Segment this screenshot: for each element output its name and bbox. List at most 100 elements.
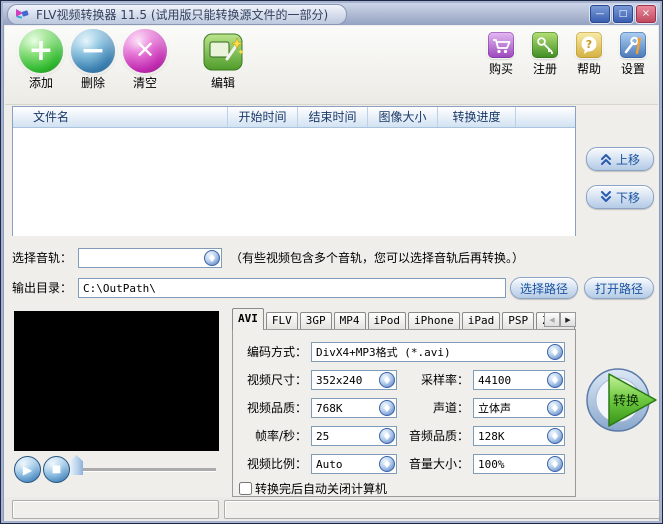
close-button[interactable]: ×	[636, 5, 656, 23]
audio-track-value	[79, 249, 221, 252]
audio-track-label: 选择音轨：	[12, 251, 73, 265]
column-image-size[interactable]: 图像大小	[368, 107, 438, 127]
tab-ipod[interactable]: iPod	[367, 312, 406, 330]
buy-button[interactable]: 购买	[484, 32, 518, 77]
output-dir-label: 输出目录：	[12, 281, 73, 295]
column-end-time[interactable]: 结束时间	[298, 107, 368, 127]
play-icon: ▶	[22, 462, 33, 477]
column-filename[interactable]: 文件名	[13, 107, 228, 127]
status-bar	[4, 497, 660, 521]
clear-icon: ✕	[123, 29, 167, 73]
help-button[interactable]: ? 帮助	[572, 32, 606, 77]
edit-icon	[203, 33, 244, 71]
sample-rate-label: 采样率：	[420, 373, 469, 387]
edit-button-label: 编辑	[210, 76, 235, 90]
toolbar: + 添加 − 删除 ✕ 清空 编辑 购买 注册 ? 帮助 设置	[5, 26, 658, 105]
aspect-ratio-label: 视频比例：	[246, 457, 307, 471]
video-preview	[14, 311, 219, 451]
tab-3gp[interactable]: 3GP	[299, 312, 332, 330]
preview-stop-button[interactable]: ■	[43, 456, 70, 483]
format-settings-panel: 编码方式： DivX4+MP3格式 (*.avi) 视频尺寸： 352x240 …	[232, 329, 576, 497]
tab-scroll-left-icon[interactable]: ◀	[544, 312, 560, 327]
frame-rate-select[interactable]: 25	[311, 426, 397, 446]
shutdown-checkbox[interactable]	[239, 482, 252, 495]
title-capsule: FLV视频转换器 11.5 (试用版只能转换源文件的一部分)	[7, 3, 348, 25]
spinner-icon[interactable]	[547, 344, 563, 360]
preview-seek-track[interactable]	[74, 468, 216, 472]
spinner-icon[interactable]	[379, 400, 395, 416]
main-content: + 添加 − 删除 ✕ 清空 编辑 购买 注册 ? 帮助 设置 文件名 开始时间…	[4, 25, 662, 521]
app-icon[interactable]	[14, 6, 30, 22]
spinner-icon[interactable]	[204, 250, 220, 266]
titlebar[interactable]: FLV视频转换器 11.5 (试用版只能转换源文件的一部分) — □ ×	[3, 3, 660, 25]
open-path-button[interactable]: 打开路径	[584, 277, 654, 299]
audio-quality-select[interactable]: 128K	[473, 426, 565, 446]
delete-button-label: 删除	[80, 76, 105, 90]
spinner-icon[interactable]	[547, 456, 563, 472]
column-progress[interactable]: 转换进度	[438, 107, 516, 127]
tab-flv[interactable]: FLV	[265, 312, 298, 330]
settings-tools-icon	[620, 32, 646, 58]
spinner-icon[interactable]	[547, 428, 563, 444]
spinner-icon[interactable]	[547, 372, 563, 388]
spinner-icon[interactable]	[547, 400, 563, 416]
video-size-label: 视频尺寸：	[246, 373, 307, 387]
tab-ipad[interactable]: iPad	[461, 312, 501, 330]
minimize-button[interactable]: —	[590, 5, 610, 23]
tab-mp4[interactable]: MP4	[333, 312, 366, 330]
spinner-icon[interactable]	[379, 428, 395, 444]
settings-button[interactable]: 设置	[616, 32, 650, 77]
tab-avi[interactable]: AVI	[232, 308, 264, 330]
status-panel-left	[12, 500, 219, 519]
double-chevron-up-icon	[600, 154, 611, 165]
video-quality-select[interactable]: 768K	[311, 398, 397, 418]
convert-button-label: 转换	[613, 394, 639, 409]
maximize-button[interactable]: □	[613, 5, 633, 23]
video-size-select[interactable]: 352x240	[311, 370, 397, 390]
register-button[interactable]: 注册	[528, 32, 562, 77]
preview-play-button[interactable]: ▶	[14, 456, 41, 483]
audio-track-select[interactable]	[78, 248, 222, 268]
format-tabs: AVI FLV 3GP MP4 iPod iPhone iPad PSP Zun…	[232, 308, 576, 330]
add-button[interactable]: + 添加	[15, 29, 67, 91]
edit-button[interactable]: 编辑	[197, 29, 249, 91]
file-list-body[interactable]	[13, 128, 575, 236]
move-up-button[interactable]: 上移	[586, 147, 654, 171]
tab-scroll-right-icon[interactable]: ▶	[560, 312, 576, 327]
spinner-icon[interactable]	[379, 372, 395, 388]
register-button-label: 注册	[532, 62, 557, 76]
volume-select[interactable]: 100%	[473, 454, 565, 474]
clear-button[interactable]: ✕ 清空	[119, 29, 171, 91]
app-window: FLV视频转换器 11.5 (试用版只能转换源文件的一部分) — □ × + 添…	[0, 0, 663, 524]
sample-rate-select[interactable]: 44100	[473, 370, 565, 390]
convert-button[interactable]: 转换	[584, 361, 662, 439]
tab-iphone[interactable]: iPhone	[408, 312, 460, 330]
shutdown-checkbox-label: 转换完后自动关闭计算机	[255, 482, 388, 496]
audio-quality-label: 音频品质：	[408, 429, 469, 443]
channels-label: 声道：	[432, 401, 469, 415]
channels-select[interactable]: 立体声	[473, 398, 565, 418]
clear-button-label: 清空	[132, 76, 157, 90]
volume-label: 音量大小：	[408, 457, 469, 471]
double-chevron-down-icon	[600, 191, 611, 202]
move-down-label: 下移	[615, 190, 640, 205]
delete-button[interactable]: − 删除	[67, 29, 119, 91]
column-start-time[interactable]: 开始时间	[228, 107, 298, 127]
file-list-header: 文件名 开始时间 结束时间 图像大小 转换进度	[13, 107, 575, 128]
move-up-label: 上移	[615, 152, 640, 167]
move-down-button[interactable]: 下移	[586, 185, 654, 209]
window-title: FLV视频转换器 11.5 (试用版只能转换源文件的一部分)	[36, 7, 329, 22]
encoding-select[interactable]: DivX4+MP3格式 (*.avi)	[311, 342, 565, 362]
output-path-input[interactable]	[78, 278, 506, 298]
spinner-icon[interactable]	[379, 456, 395, 472]
help-icon: ?	[576, 32, 602, 58]
stop-icon: ■	[51, 464, 62, 475]
remove-icon: −	[71, 29, 115, 73]
open-path-label: 打开路径	[594, 281, 643, 296]
preview-seek-thumb[interactable]	[70, 455, 83, 475]
tab-psp[interactable]: PSP	[502, 312, 535, 330]
choose-path-button[interactable]: 选择路径	[510, 277, 578, 299]
add-icon: +	[19, 29, 63, 73]
status-panel-right	[224, 500, 660, 519]
aspect-ratio-select[interactable]: Auto	[311, 454, 397, 474]
